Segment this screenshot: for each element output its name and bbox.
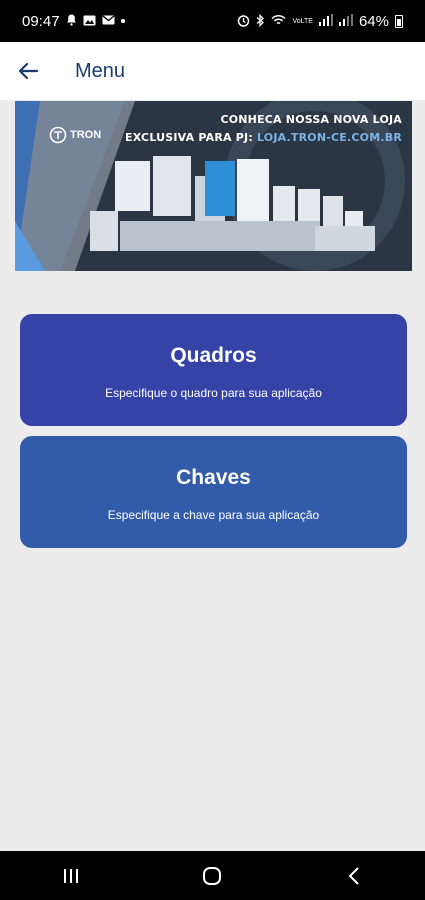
battery-percent: 64% (358, 12, 389, 30)
system-nav-bar (0, 851, 425, 900)
page-title: Menu (75, 59, 126, 82)
home-icon (203, 866, 222, 885)
status-time: 09:47 (22, 12, 60, 30)
recent-apps-icon (63, 868, 78, 883)
notification-bell-icon (66, 14, 77, 28)
chaves-card[interactable]: Chaves Especifique a chave para sua apli… (20, 436, 407, 548)
status-left: 09:47 (22, 13, 125, 30)
home-button[interactable] (172, 851, 252, 900)
brand-logo: TRON (49, 126, 101, 144)
more-notifications-icon (120, 19, 125, 23)
wifi-icon (271, 14, 287, 28)
chaves-title: Chaves (176, 466, 251, 489)
nav-back-button[interactable] (314, 851, 394, 900)
alarm-icon (237, 14, 250, 29)
chaves-subtitle: Especifique a chave para sua aplicação (107, 508, 320, 522)
banner-store-link[interactable]: LOJA.TRON-CE.COM.BR (257, 131, 402, 144)
status-right: VoLTE 64% (237, 13, 403, 30)
bluetooth-icon (256, 13, 265, 29)
brand-name: TRON (70, 129, 102, 141)
signal-2-icon (338, 14, 353, 28)
recent-apps-button[interactable] (31, 851, 111, 900)
gallery-icon (83, 15, 96, 28)
arrow-left-icon (18, 62, 38, 80)
quadros-title: Quadros (170, 344, 257, 367)
banner-text: CONHECA NOSSA NOVA LOJA EXCLUSIVA PARA P… (125, 111, 402, 147)
back-button[interactable] (0, 42, 56, 100)
banner-line1: CONHECA NOSSA NOVA LOJA (220, 113, 402, 126)
promo-banner[interactable]: TRON CONHECA NOSSA NOVA LOJA EXCLUSIVA P… (15, 101, 412, 271)
banner-line2-prefix: EXCLUSIVA PARA PJ: (125, 131, 257, 144)
mail-icon (102, 15, 115, 27)
app-bar: Menu (0, 42, 425, 100)
volte-icon: VoLTE (292, 17, 313, 25)
quadros-subtitle: Especifique o quadro para sua aplicação (105, 386, 322, 400)
tron-logo-icon (49, 126, 67, 144)
banner-line2: EXCLUSIVA PARA PJ: LOJA.TRON-CE.COM.BR (125, 129, 402, 147)
signal-icon (318, 14, 333, 28)
battery-icon (395, 14, 403, 28)
back-chevron-icon (348, 866, 359, 885)
quadros-card[interactable]: Quadros Especifique o quadro para sua ap… (20, 314, 407, 426)
status-bar: 09:47 VoLTE 64% (0, 0, 425, 42)
